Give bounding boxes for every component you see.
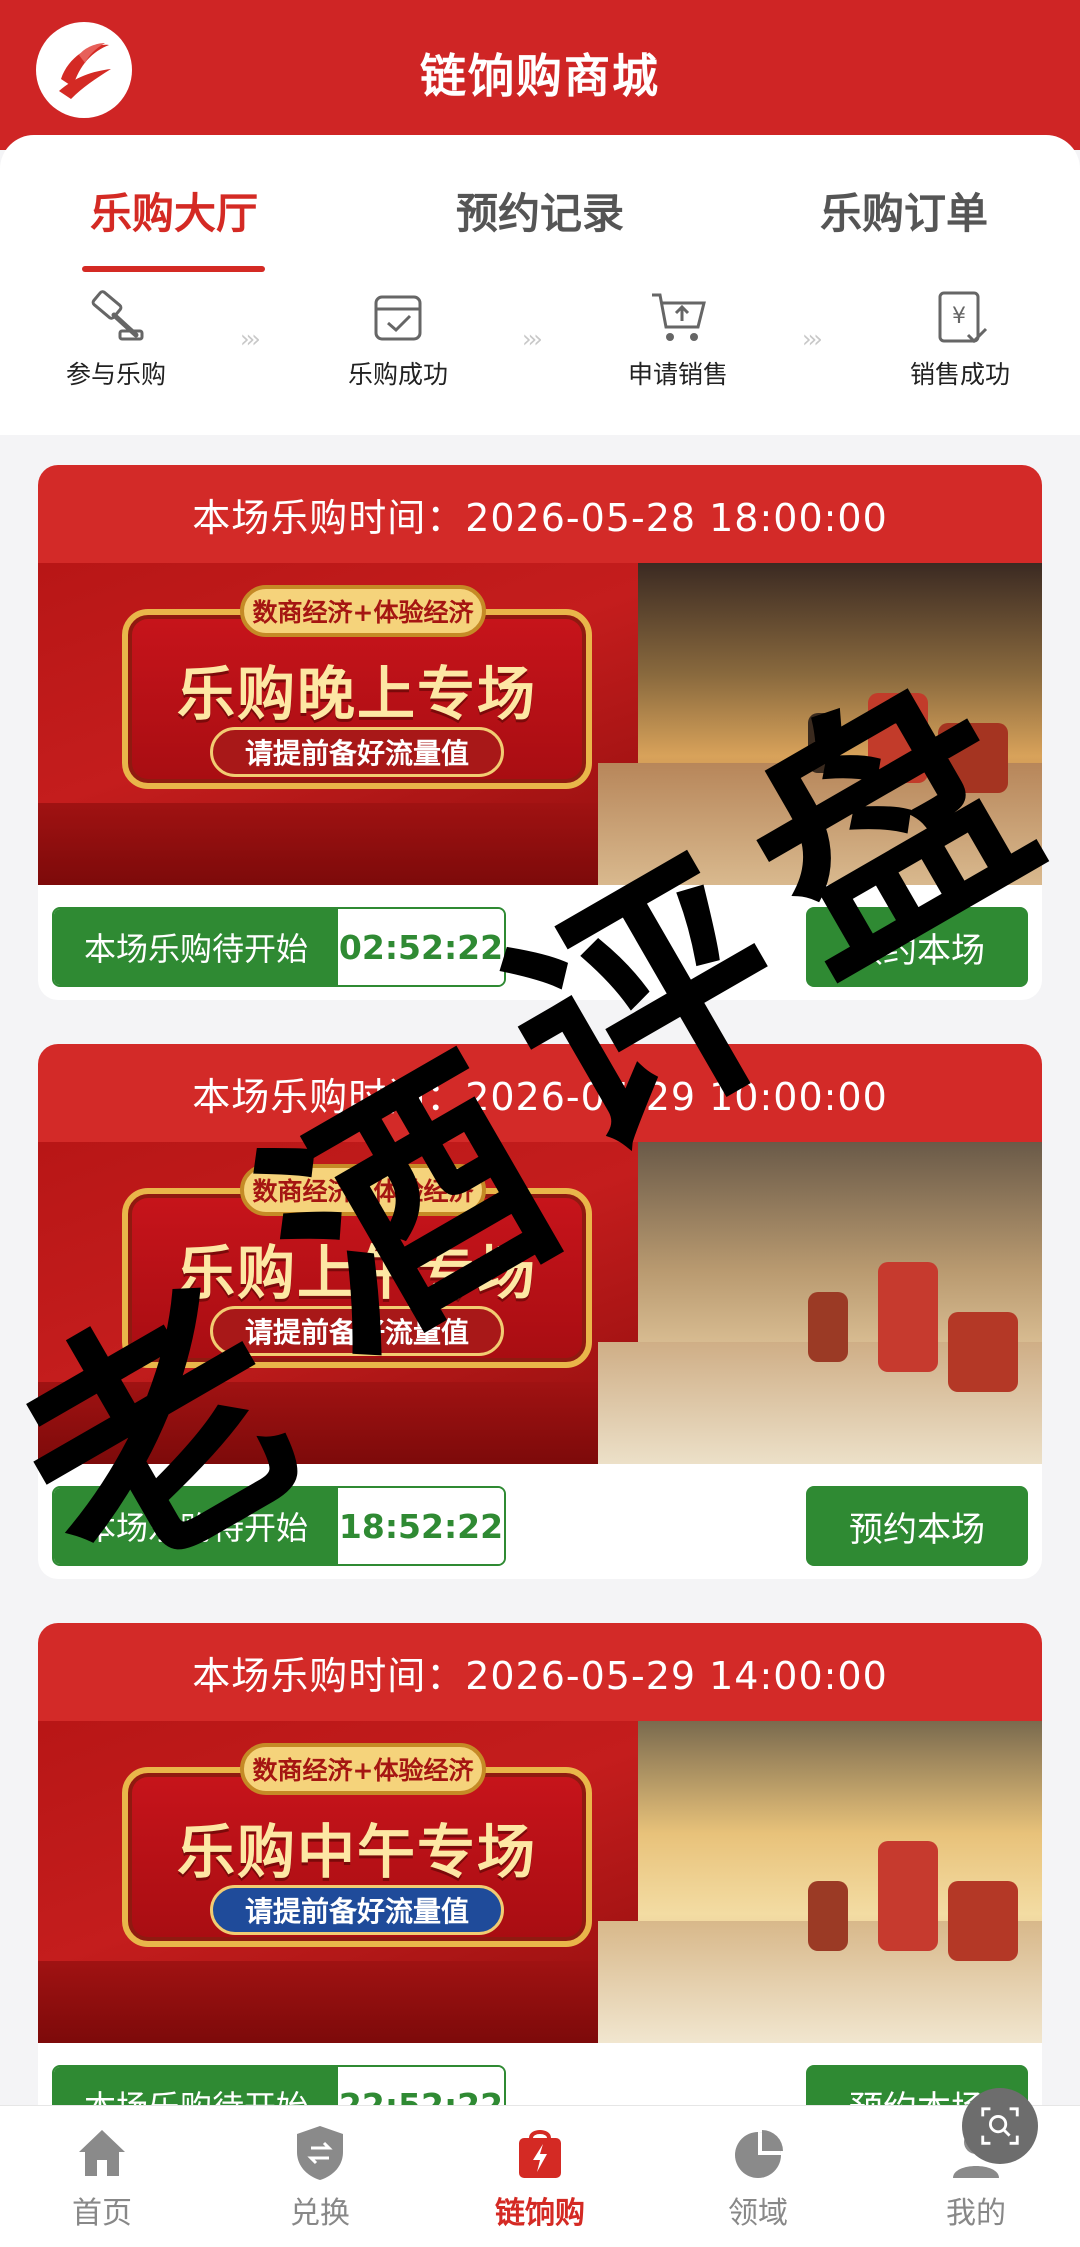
banner-title: 乐购中午专场 (176, 1818, 537, 1886)
step-success: 乐购成功 (308, 285, 488, 391)
top-bar: 链饷购商城 (0, 0, 1080, 150)
session-time: 本场乐购时间：2026-05-29 10:00:00 (38, 1044, 1042, 1142)
bag-lightning-icon (519, 2130, 561, 2178)
yen-doc-icon: ¥ (938, 291, 988, 344)
tab-reservations[interactable]: 预约记录 (390, 180, 690, 241)
tabbar-label: 兑换 (290, 2196, 350, 2231)
shield-exchange-icon (297, 2126, 343, 2180)
tab-hall[interactable]: 乐购大厅 (24, 180, 324, 241)
tabbar-label: 首页 (72, 2196, 132, 2231)
countdown-badge: 本场乐购待开始 02:52:22 (52, 907, 506, 987)
process-steps: 参与乐购 ››› 乐购成功 ››› 申请销售 ››› ¥ 销售成功 (0, 285, 1080, 405)
step-arrows: ››› (522, 325, 543, 353)
step-label: 乐购成功 (347, 360, 448, 389)
session-banner: 数商经济+体验经济 乐购中午专场 请提前备好流量值 (38, 1721, 1042, 2043)
reserve-button[interactable]: 预约本场 (806, 1486, 1028, 1566)
session-footer: 本场乐购待开始 02:52:22 预约本场 (38, 885, 1042, 1000)
hammer-icon (91, 290, 144, 341)
step-label: 销售成功 (909, 360, 1010, 389)
session-banner: 数商经济+体验经济 乐购晚上专场 请提前备好流量值 (38, 563, 1042, 885)
banner-title: 乐购上午专场 (176, 1239, 537, 1307)
reserve-button[interactable]: 预约本场 (806, 907, 1028, 987)
cart-upload-icon (652, 293, 706, 341)
session-footer: 本场乐购待开始 18:52:22 预约本场 (38, 1464, 1042, 1579)
session-time: 本场乐购时间：2026-05-29 14:00:00 (38, 1623, 1042, 1721)
tabbar-domain[interactable]: 领域 (678, 2122, 838, 2232)
tabbar-home[interactable]: 首页 (22, 2122, 182, 2232)
box-check-icon (374, 295, 422, 341)
banner-subtitle: 请提前备好流量值 (210, 1885, 504, 1935)
tabbar-label: 链饷购 (495, 2196, 585, 2231)
status-label: 本场乐购待开始 (54, 909, 338, 985)
step-label: 申请销售 (627, 360, 728, 389)
tab-orders[interactable]: 乐购订单 (754, 180, 1054, 241)
session-card: 本场乐购时间：2026-05-28 18:00:00 数商经济+体验经济 乐购晚… (38, 465, 1042, 1000)
countdown-timer: 02:52:22 (338, 909, 504, 985)
banner-tagline: 数商经济+体验经济 (240, 585, 486, 637)
banner-plaque: 数商经济+体验经济 乐购上午专场 请提前备好流量值 (122, 1164, 592, 1368)
svg-text:¥: ¥ (952, 304, 966, 329)
step-arrows: ››› (802, 325, 823, 353)
pie-chart-icon (735, 2130, 783, 2178)
banner-tagline: 数商经济+体验经济 (240, 1743, 486, 1795)
step-arrows: ››› (240, 325, 261, 353)
tabbar-label: 领域 (728, 2196, 788, 2231)
status-label: 本场乐购待开始 (54, 1488, 338, 1564)
step-sold: ¥ 销售成功 (870, 285, 1050, 391)
session-banner: 数商经济+体验经济 乐购上午专场 请提前备好流量值 (38, 1142, 1042, 1464)
banner-plaque: 数商经济+体验经济 乐购晚上专场 请提前备好流量值 (122, 585, 592, 789)
step-label: 参与乐购 (65, 360, 166, 389)
step-join: 参与乐购 (26, 285, 206, 391)
banner-subtitle: 请提前备好流量值 (210, 1306, 504, 1356)
tabbar-exchange[interactable]: 兑换 (240, 2122, 400, 2232)
countdown-timer: 18:52:22 (338, 1488, 504, 1564)
session-time: 本场乐购时间：2026-05-28 18:00:00 (38, 465, 1042, 563)
banner-plaque: 数商经济+体验经济 乐购中午专场 请提前备好流量值 (122, 1743, 592, 1947)
step-apply-sale: 申请销售 (588, 285, 768, 391)
banner-tagline: 数商经济+体验经济 (240, 1164, 486, 1216)
banner-title: 乐购晚上专场 (176, 660, 537, 728)
active-tab-indicator (82, 266, 265, 272)
bottom-tab-bar: 首页 兑换 链饷购 领域 我的 (0, 2105, 1080, 2247)
lens-icon (981, 2107, 1019, 2145)
home-icon (79, 2130, 125, 2176)
tabbar-chain-buy[interactable]: 链饷购 (460, 2122, 620, 2232)
session-card: 本场乐购时间：2026-05-29 14:00:00 数商经济+体验经济 乐购中… (38, 1623, 1042, 2158)
session-card: 本场乐购时间：2026-05-29 10:00:00 数商经济+体验经济 乐购上… (38, 1044, 1042, 1579)
screen-search-lens-button[interactable] (962, 2088, 1038, 2164)
page-title: 链饷购商城 (420, 49, 660, 103)
tab-bar-top: 乐购大厅 预约记录 乐购订单 (0, 180, 1080, 270)
countdown-badge: 本场乐购待开始 18:52:22 (52, 1486, 506, 1566)
tabbar-label: 我的 (946, 2196, 1006, 2231)
banner-subtitle: 请提前备好流量值 (210, 727, 504, 777)
